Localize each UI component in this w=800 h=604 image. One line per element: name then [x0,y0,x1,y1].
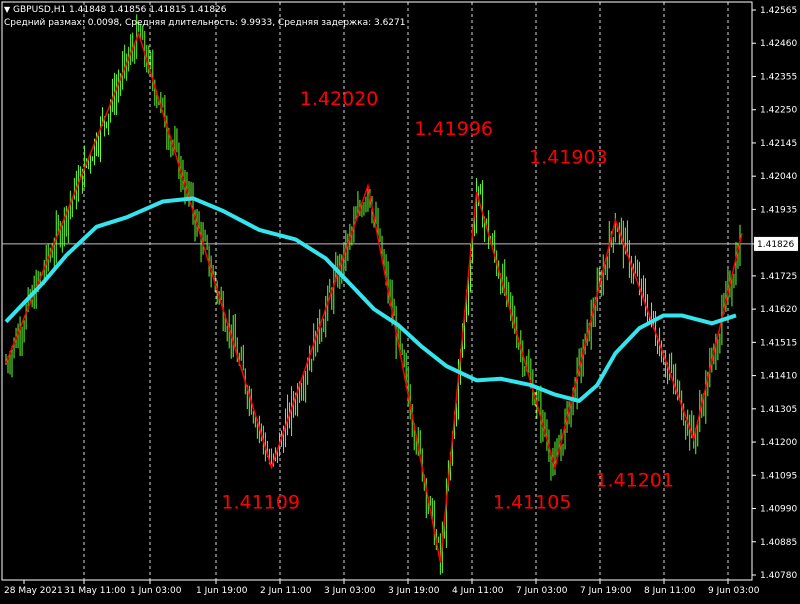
x-tick-label: 1 Jun 03:00 [130,586,182,596]
swing-price-label: 1.41105 [493,492,572,514]
x-tick-label: 3 Jun 19:00 [388,586,440,596]
x-tick-label: 9 Jun 03:00 [708,586,760,596]
swing-price-label: 1.42020 [300,88,379,110]
x-tick-label: 4 Jun 11:00 [452,586,504,596]
y-tick-label: 1.41515 [760,338,797,348]
chevron-down-icon[interactable]: ▼ [4,5,10,14]
x-tick-label: 7 Jun 03:00 [516,586,568,596]
x-tick-label: 2 Jun 11:00 [260,586,312,596]
swing-price-label: 1.41201 [595,469,674,491]
x-tick-label: 28 May 2021 [4,586,63,596]
y-tick-label: 1.41200 [760,438,797,448]
symbol-line: GBPUSD,H1 1.41848 1.41856 1.41815 1.4182… [13,5,227,15]
stats-line: Средний размах: 0.0098, Средняя длительн… [4,18,406,28]
y-tick-label: 1.42145 [760,139,797,149]
x-tick-label: 3 Jun 03:00 [324,586,376,596]
x-tick-label: 1 Jun 19:00 [196,586,248,596]
y-tick-label: 1.41620 [760,305,797,315]
y-tick-label: 1.42460 [760,39,797,49]
y-tick-label: 1.41410 [760,372,797,382]
y-tick-label: 1.42565 [760,6,797,16]
y-tick-label: 1.42250 [760,106,797,116]
y-tick-label: 1.40780 [760,571,797,581]
moving-average-line[interactable] [4,196,737,403]
y-tick-label: 1.41305 [760,405,797,415]
y-tick-label: 1.42040 [760,172,797,182]
swing-price-label: 1.41996 [414,118,493,140]
x-tick-label: 31 May 11:00 [64,586,126,596]
y-tick-label: 1.41935 [760,205,797,215]
swing-price-label: 1.41109 [221,492,300,514]
y-tick-label: 1.41095 [760,471,797,481]
symbol-header: ▼ GBPUSD,H1 1.41848 1.41856 1.41815 1.41… [4,4,227,16]
swing-price-label: 1.41903 [529,147,608,169]
y-tick-label: 1.40990 [760,505,797,515]
price-chart[interactable]: 28 May 2021 31 May 11:00 1 Jun 03:00 1 Jun … [0,0,800,600]
x-tick-label: 7 Jun 19:00 [580,586,632,596]
x-tick-label: 8 Jun 11:00 [644,586,696,596]
chart-svg: 28 May 2021 31 May 11:00 1 Jun 03:00 1 Jun … [1,1,798,596]
y-tick-label: 1.42355 [760,72,797,82]
y-tick-label: 1.40885 [760,538,797,548]
current-price-label: 1.41826 [757,240,794,250]
y-tick-label: 1.41725 [760,272,797,282]
